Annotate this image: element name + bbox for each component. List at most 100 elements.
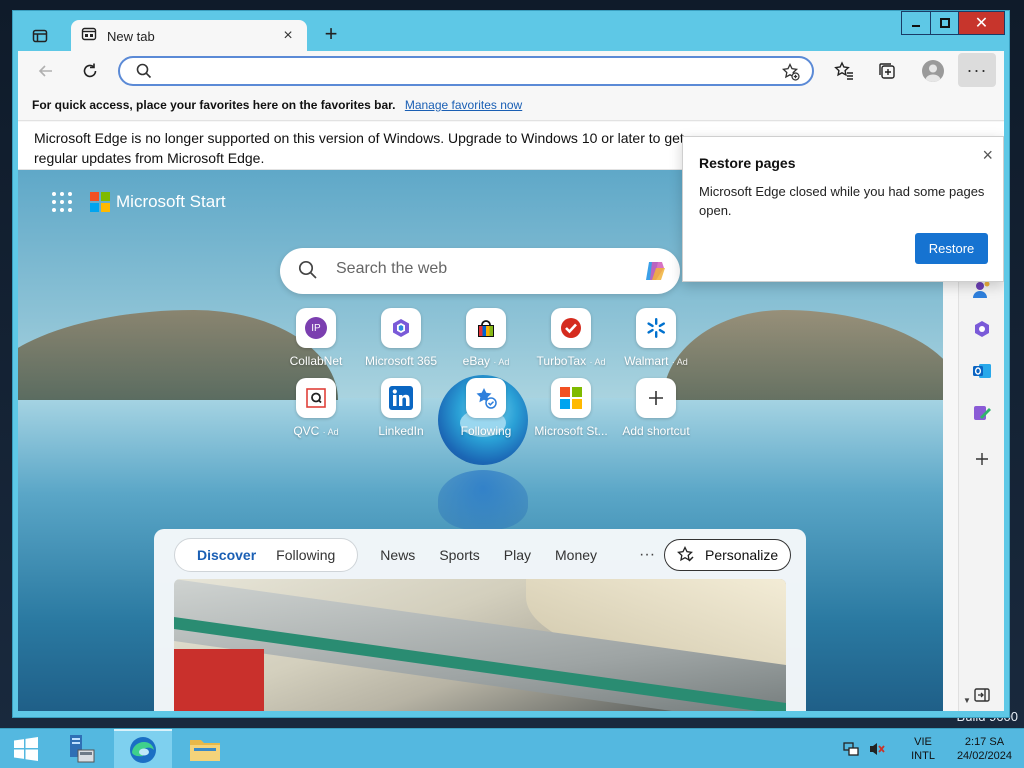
favorites-icon[interactable]: [832, 59, 856, 83]
server-manager-icon: [70, 735, 95, 763]
edge-logo-reflection: [438, 470, 528, 530]
plus-icon: [636, 378, 676, 418]
linkedin-icon: [381, 378, 421, 418]
edge-window: New tab × + ✕ ··· For quick access, plac…: [12, 10, 1010, 718]
restore-button[interactable]: Restore: [915, 233, 988, 264]
quick-link-label: CollabNet: [289, 354, 343, 368]
collabnet-icon: IP: [296, 308, 336, 348]
background-hill-right: [663, 310, 943, 400]
edge-icon: [130, 737, 156, 763]
quick-link-microsoft-start[interactable]: Microsoft St...: [531, 378, 611, 438]
taskbar-edge[interactable]: [114, 729, 172, 768]
tab-discover[interactable]: Discover: [187, 547, 266, 563]
favorites-bar-message: For quick access, place your favorites h…: [32, 98, 396, 112]
close-icon[interactable]: ×: [982, 145, 993, 166]
quick-link-qvc[interactable]: QVC · Ad: [276, 378, 356, 438]
app-launcher-icon[interactable]: [52, 192, 72, 212]
quick-link-label: Microsoft 365: [364, 354, 438, 368]
collections-icon[interactable]: [875, 59, 899, 83]
tab-following[interactable]: Following: [266, 547, 345, 563]
news-feed: Discover Following News Sports Play Mone…: [154, 529, 806, 711]
microsoft-start-header: Microsoft Start: [52, 192, 226, 212]
microsoft-start-icon: [551, 378, 591, 418]
volume-muted-icon[interactable]: [867, 739, 887, 759]
tab-play[interactable]: Play: [492, 547, 543, 563]
personalize-icon: [677, 546, 694, 562]
designer-icon[interactable]: [971, 402, 993, 424]
hide-sidebar-icon[interactable]: [971, 684, 993, 706]
add-sidebar-app-icon[interactable]: [971, 448, 993, 470]
turbotax-icon: [551, 308, 591, 348]
folder-icon: [190, 740, 220, 761]
search-icon: [298, 260, 318, 285]
quick-link-linkedin[interactable]: LinkedIn: [361, 378, 441, 438]
feed-more-button[interactable]: ···: [639, 546, 655, 564]
personalize-label: Personalize: [705, 547, 779, 563]
tab-sports[interactable]: Sports: [427, 547, 491, 563]
tab-news[interactable]: News: [368, 547, 427, 563]
tab-close-icon[interactable]: ×: [279, 27, 297, 45]
favorites-bar: For quick access, place your favorites h…: [18, 91, 1004, 121]
add-shortcut-button[interactable]: Add shortcut: [616, 378, 696, 438]
feed-toggle-group: Discover Following: [174, 538, 359, 572]
quick-link-label: LinkedIn: [378, 424, 424, 438]
tab-new-tab[interactable]: New tab ×: [71, 20, 307, 52]
back-icon[interactable]: [34, 59, 58, 83]
address-input[interactable]: [164, 61, 764, 81]
quick-link-walmart[interactable]: Walmart · Ad: [616, 308, 696, 368]
settings-and-more-button[interactable]: ···: [958, 53, 996, 87]
avatar: [922, 60, 944, 82]
start-button[interactable]: [0, 729, 52, 768]
copilot-icon[interactable]: [640, 256, 670, 286]
taskbar-server-manager[interactable]: [52, 729, 110, 768]
dialog-title: Restore pages: [699, 155, 796, 171]
window-controls: ✕: [901, 11, 1005, 35]
new-tab-button[interactable]: +: [319, 23, 343, 47]
quick-link-ebay[interactable]: eBay · Ad: [446, 308, 526, 368]
web-search-input[interactable]: [336, 260, 616, 278]
minimize-button[interactable]: [902, 12, 930, 34]
quick-link-turbotax[interactable]: TurboTax · Ad: [531, 308, 611, 368]
walmart-icon: [636, 308, 676, 348]
system-tray: VIE INTL 2:17 SA 24/02/2024: [841, 729, 1024, 768]
feed-tabs: Discover Following News Sports Play Mone…: [174, 538, 655, 572]
quick-link-following[interactable]: Following: [446, 378, 526, 438]
refresh-icon[interactable]: [78, 59, 102, 83]
taskbar-file-explorer[interactable]: [176, 729, 234, 768]
browser-content: ··· For quick access, place your favorit…: [18, 51, 1004, 711]
search-icon: [136, 63, 152, 84]
microsoft-start-label[interactable]: Microsoft Start: [116, 192, 226, 212]
quick-link-microsoft-365[interactable]: Microsoft 365: [361, 308, 441, 368]
taskbar: VIE INTL 2:17 SA 24/02/2024: [0, 728, 1024, 768]
quick-link-collabnet[interactable]: IP CollabNet: [276, 308, 356, 368]
quick-link-label: TurboTax: [536, 354, 587, 368]
personalize-button[interactable]: Personalize: [664, 539, 792, 571]
scroll-down-arrow-icon[interactable]: ▼: [963, 696, 971, 705]
add-favorite-icon[interactable]: [781, 62, 800, 86]
feed-article-image[interactable]: [174, 579, 786, 711]
manage-favorites-link[interactable]: Manage favorites now: [405, 98, 522, 112]
clock-date: 24/02/2024: [956, 750, 1012, 762]
tab-title: New tab: [107, 28, 155, 44]
web-search-box[interactable]: [280, 248, 680, 294]
tab-money[interactable]: Money: [543, 547, 609, 563]
quick-link-label: QVC: [293, 424, 320, 438]
address-bar[interactable]: [118, 56, 814, 86]
restore-pages-dialog: Restore pages × Microsoft Edge closed wh…: [682, 136, 1004, 282]
copilot-sidebar-icon[interactable]: [971, 318, 993, 340]
tab-actions-icon[interactable]: [29, 25, 51, 47]
clock-time: 2:17 SA: [964, 736, 1005, 748]
clock[interactable]: 2:17 SA 24/02/2024: [957, 735, 1012, 763]
quick-link-label: Microsoft St...: [534, 424, 608, 438]
windows-logo-icon: [14, 737, 38, 761]
network-icon[interactable]: [841, 739, 861, 759]
input-language-indicator[interactable]: VIE INTL: [911, 735, 935, 763]
qvc-icon: [296, 378, 336, 418]
close-window-button[interactable]: ✕: [958, 12, 1004, 34]
maximize-button[interactable]: [930, 12, 958, 34]
new-tab-page-icon: [81, 26, 97, 47]
profile-icon[interactable]: [921, 59, 945, 83]
toolbar: ···: [18, 51, 1004, 91]
outlook-icon[interactable]: [971, 360, 993, 382]
microsoft365-icon: [381, 308, 421, 348]
